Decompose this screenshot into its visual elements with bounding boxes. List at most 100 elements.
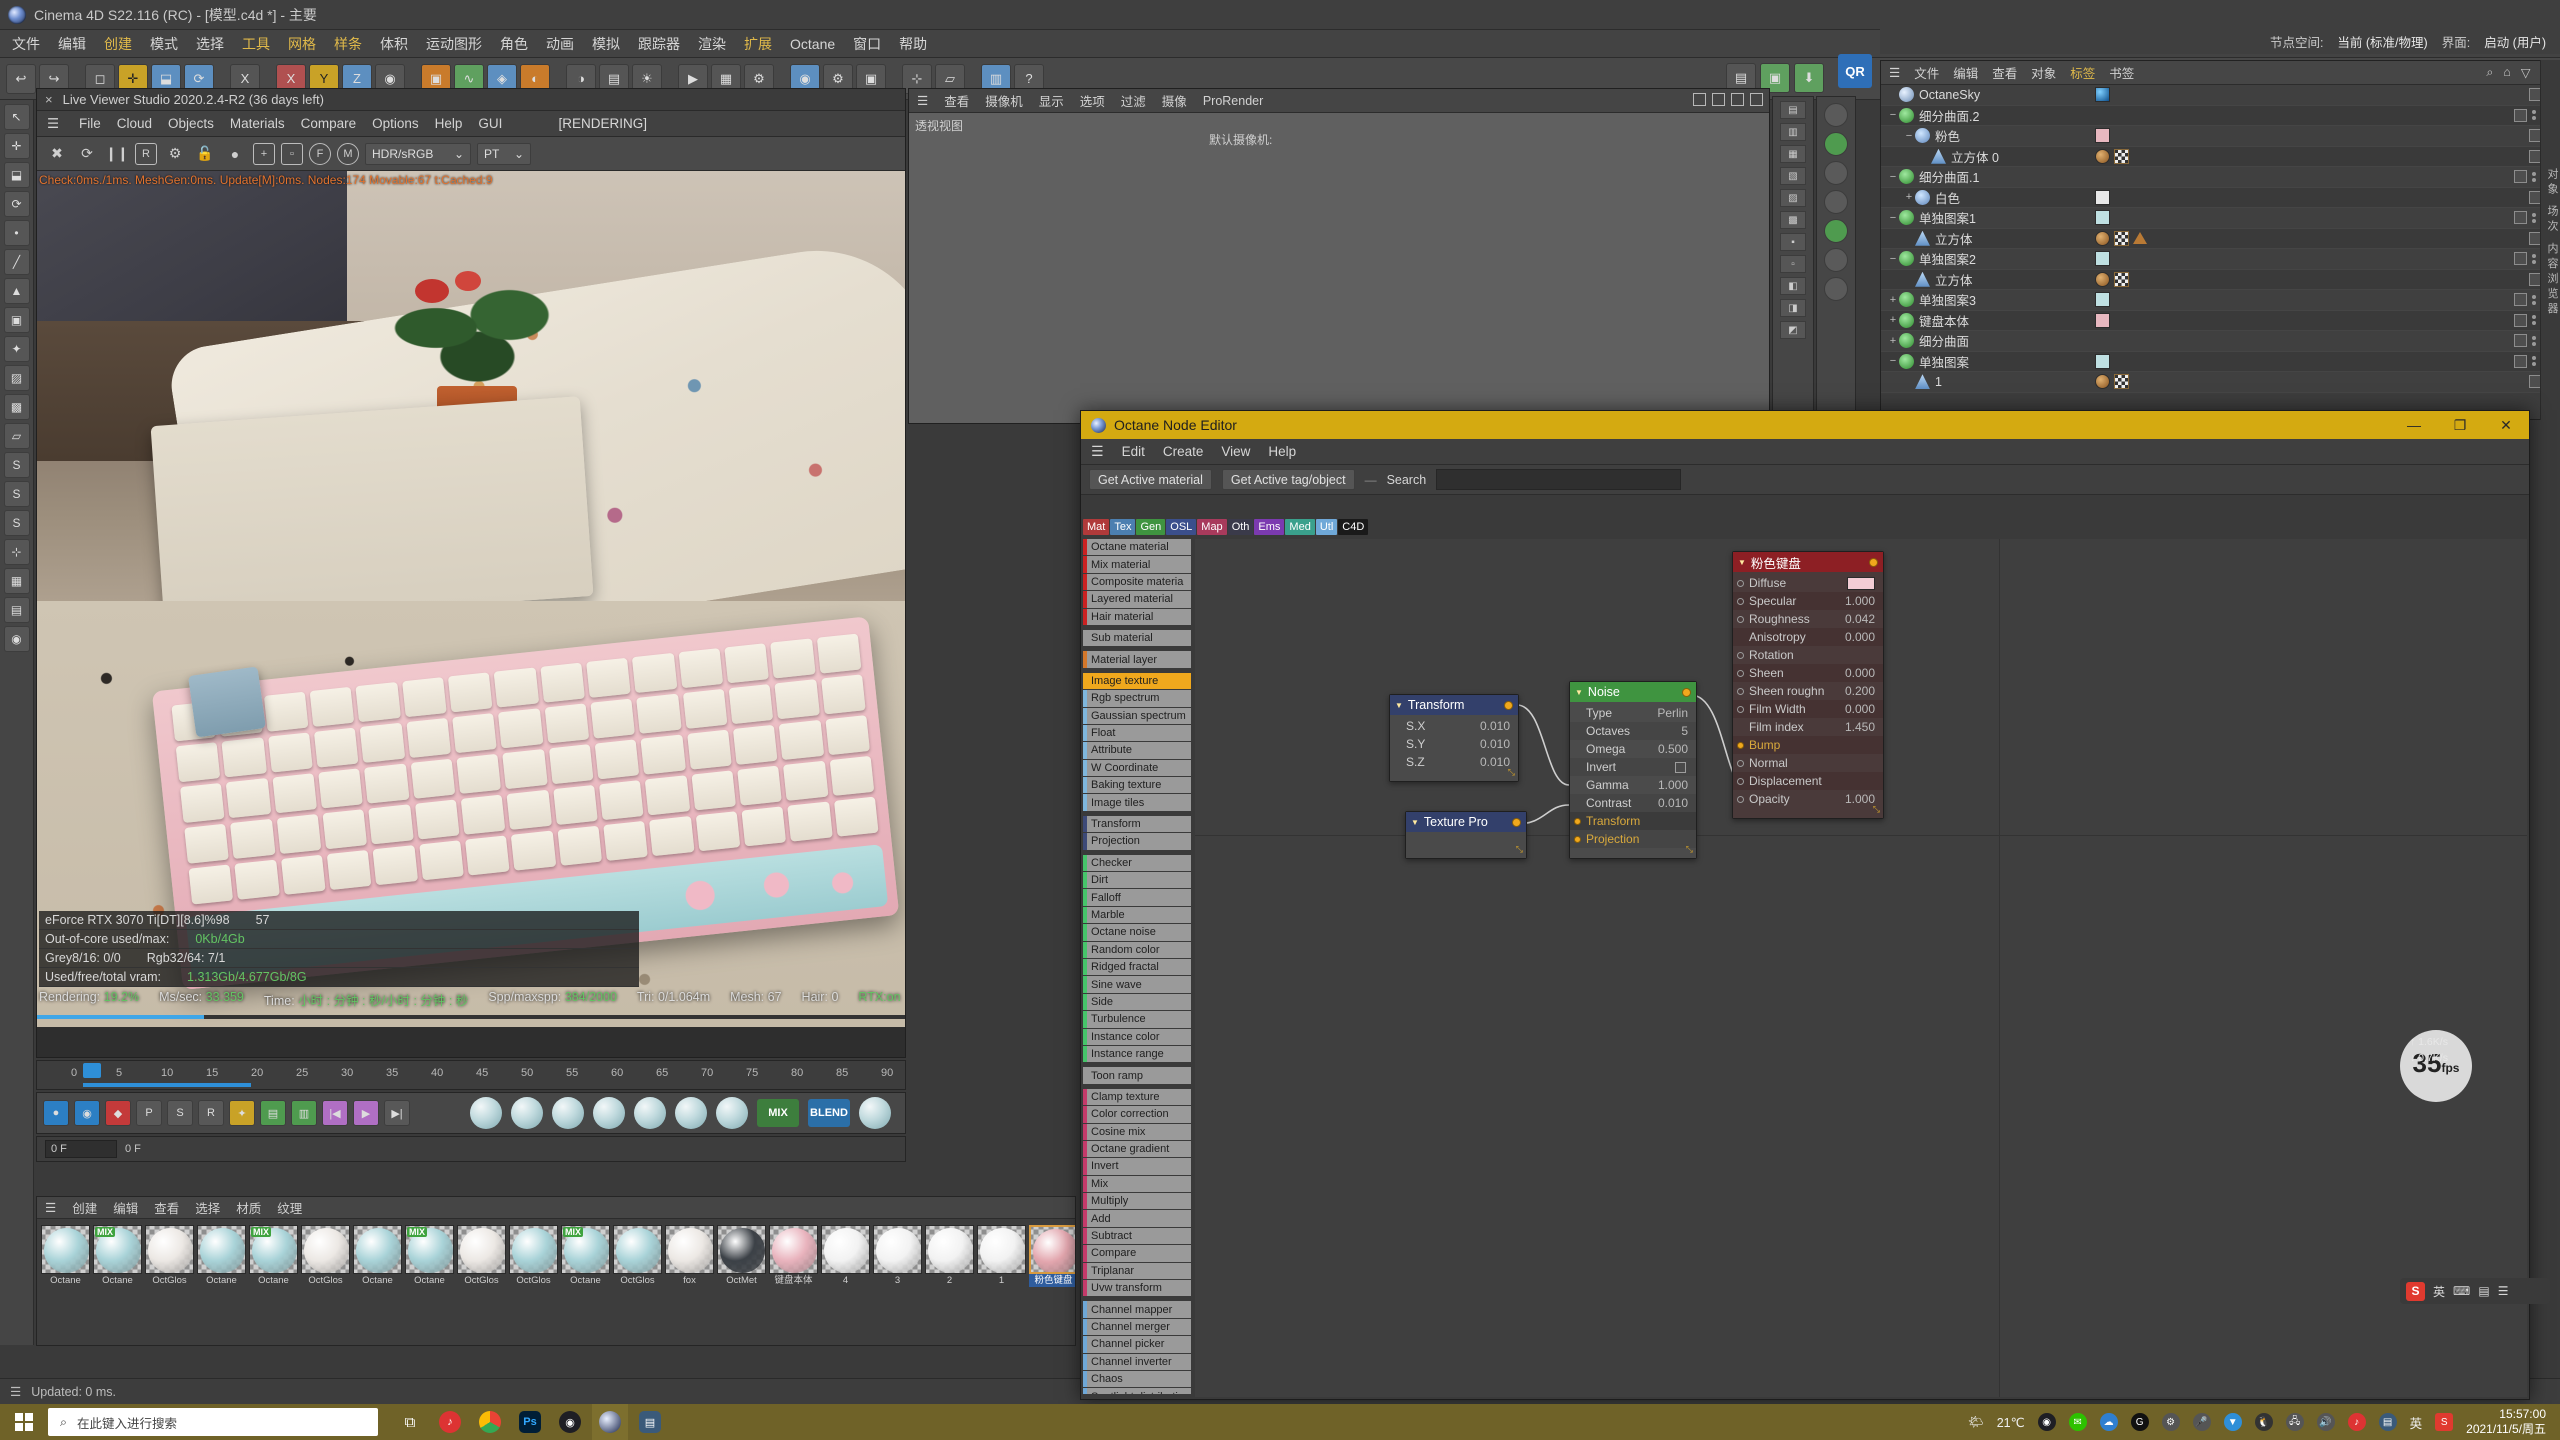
node-material-output-port[interactable] (1869, 558, 1878, 567)
resize-handle[interactable]: ⤡ (1686, 844, 1693, 855)
material-swatch[interactable]: Octane (197, 1225, 246, 1287)
tool-s2-icon[interactable]: S (3, 481, 30, 507)
task-view-button[interactable]: ⧉ (392, 1404, 428, 1440)
tool-s1-icon[interactable]: S (3, 452, 30, 478)
teal-tag-icon[interactable] (2095, 292, 2110, 308)
teal-tag-icon[interactable] (2095, 251, 2110, 267)
material-swatch[interactable]: Octane (353, 1225, 402, 1287)
material-swatch[interactable]: Octane (41, 1225, 90, 1287)
node-list-item[interactable]: Triplanar (1083, 1262, 1191, 1280)
visibility-pencil-icon[interactable] (2513, 252, 2527, 266)
pause-render-icon[interactable]: ❙❙ (105, 142, 129, 166)
side-tool-11-icon[interactable]: ◩ (1780, 321, 1806, 339)
tool-move-icon[interactable]: ✛ (3, 133, 30, 159)
node-list-item[interactable]: Invert (1083, 1158, 1191, 1175)
position-key-icon[interactable]: P (136, 1100, 162, 1126)
param-value[interactable]: Perlin (1657, 706, 1696, 720)
viewport-menu-filter[interactable]: 过滤 (1121, 91, 1146, 110)
expander-icon[interactable]: − (1887, 253, 1899, 265)
node-transform[interactable]: ▼ Transform S.X 0.010 S.Y 0.010 S.Z 0.010 ⤡ (1389, 694, 1519, 782)
object-row[interactable]: −细分曲面.1✔ (1881, 167, 2559, 188)
node-list-item[interactable]: Checker (1083, 854, 1191, 872)
cinema4d-button[interactable] (592, 1404, 628, 1440)
node-port[interactable] (1737, 669, 1744, 677)
category-tab-oth[interactable]: Oth (1227, 519, 1254, 535)
node-list-item[interactable]: Channel merger (1083, 1318, 1191, 1336)
param-value[interactable]: 0.010 (1658, 796, 1696, 810)
teal-tag-icon[interactable] (2095, 353, 2110, 369)
tray-microphone-icon[interactable]: 🎤 (2192, 1413, 2211, 1431)
expander-icon[interactable]: − (1903, 130, 1915, 142)
tool-model-mode-icon[interactable]: ▣ (3, 307, 30, 333)
tool-scale-icon[interactable]: ⬓ (3, 162, 30, 188)
get-active-material-button[interactable]: Get Active material (1089, 469, 1212, 490)
netease-music-button[interactable]: ♪ (432, 1404, 468, 1440)
qr-badge-icon[interactable]: QR (1838, 54, 1872, 88)
material-swatch[interactable]: MIX Octane (93, 1225, 142, 1287)
taskbar-clock[interactable]: 15:57:00 2021/11/5/周五 (2466, 1407, 2550, 1437)
lv-menu-materials[interactable]: Materials (230, 116, 285, 131)
node-list-item[interactable]: Falloff (1083, 889, 1191, 906)
checker-tag-icon[interactable] (2114, 148, 2129, 164)
material-manager-menu-bar[interactable]: ☰ 创建 编辑 查看 选择 材质 纹理 (37, 1197, 1075, 1219)
node-param-row[interactable]: Sheen 0.000 (1733, 664, 1883, 682)
node-param-row[interactable]: Opacity 1.000 (1733, 790, 1883, 808)
octane-node-list[interactable]: Octane material Mix material Composite mat… (1083, 539, 1191, 1394)
node-list-item[interactable]: Image texture (1083, 672, 1191, 690)
tool-edge-mode-icon[interactable]: ╱ (3, 249, 30, 275)
objman-menu-file[interactable]: 文件 (1914, 63, 1939, 82)
tool-uv-mode-icon[interactable]: ▩ (3, 394, 30, 420)
round-tool-3-icon[interactable] (1824, 161, 1848, 185)
focus-picker-icon[interactable]: F (309, 142, 331, 165)
tray-store-icon[interactable]: ▤ (2378, 1413, 2397, 1431)
maximize-button[interactable]: ❐ (2437, 411, 2483, 439)
objman-menu-bookmarks[interactable]: 书签 (2109, 63, 2134, 82)
pink-tag-icon[interactable] (2095, 312, 2110, 328)
material-swatch[interactable]: 键盘本体 (769, 1225, 818, 1287)
object-row[interactable]: +细分曲面✔ (1881, 331, 2559, 352)
pla-key-icon[interactable]: ▤ (260, 1100, 286, 1126)
close-icon[interactable]: × (45, 92, 53, 107)
category-tab-gen[interactable]: Gen (1136, 519, 1166, 535)
node-list-item[interactable]: Compare (1083, 1245, 1191, 1262)
material-swatch[interactable]: 2 (925, 1225, 974, 1287)
node-param-row[interactable]: Type Perlin (1570, 704, 1696, 722)
node-list-item[interactable]: Mix material (1083, 556, 1191, 573)
param-value[interactable]: 1.000 (1845, 594, 1883, 608)
checker-tag-icon[interactable] (2114, 374, 2129, 390)
material-swatch[interactable]: MIX Octane (249, 1225, 298, 1287)
node-param-row[interactable]: Rotation (1733, 646, 1883, 664)
visibility-pencil-icon[interactable] (2513, 354, 2527, 368)
side-tool-3-icon[interactable]: ▦ (1780, 145, 1806, 163)
viewport-nav-icons[interactable] (1693, 93, 1763, 106)
scale-key-icon[interactable]: S (167, 1100, 193, 1126)
viewport-menu-view[interactable]: 查看 (944, 91, 969, 110)
matman-menu-texture[interactable]: 纹理 (277, 1198, 302, 1217)
side-tool-6-icon[interactable]: ▩ (1780, 211, 1806, 229)
node-param-row[interactable]: Omega 0.500 (1570, 740, 1696, 758)
material-swatch[interactable]: OctGlos (301, 1225, 350, 1287)
material-swatch[interactable]: 3 (873, 1225, 922, 1287)
lv-menu-file[interactable]: File (79, 116, 101, 131)
tool-layer-icon[interactable]: ▤ (3, 597, 30, 623)
material-preview-ball[interactable] (716, 1097, 748, 1129)
live-viewer-render-image[interactable]: Check:0ms./1ms. MeshGen:0ms. Update[M]:0… (37, 171, 905, 1027)
go-to-start-icon[interactable]: |◀ (322, 1100, 348, 1126)
visibility-dots-icon[interactable] (2531, 253, 2536, 264)
ime-tools-icon[interactable]: ▤ (2478, 1284, 2489, 1298)
ime-toolbar[interactable]: S 英 ⌨ ▤ ☰ (2400, 1278, 2550, 1304)
undo-icon[interactable]: ↩ (6, 63, 36, 94)
side-tool-7-icon[interactable]: ▪ (1780, 233, 1806, 251)
node-list-item[interactable]: Clamp texture (1083, 1088, 1191, 1106)
viewport-pan-icon[interactable] (1693, 93, 1706, 106)
menu-item-tracker[interactable]: 跟踪器 (638, 34, 680, 54)
object-row[interactable]: + 白色 (1881, 187, 2559, 208)
node-port[interactable] (1737, 759, 1744, 767)
material-preview-ball[interactable] (470, 1097, 502, 1129)
add-icon[interactable]: + (253, 142, 275, 165)
interface-value[interactable]: 启动 (用户) (2484, 32, 2546, 51)
viewport-menu-display[interactable]: 显示 (1039, 91, 1064, 110)
category-tab-tex[interactable]: Tex (1110, 519, 1136, 535)
resize-handle[interactable]: ⤡ (1873, 804, 1880, 815)
param-value[interactable]: 0.000 (1845, 702, 1883, 716)
